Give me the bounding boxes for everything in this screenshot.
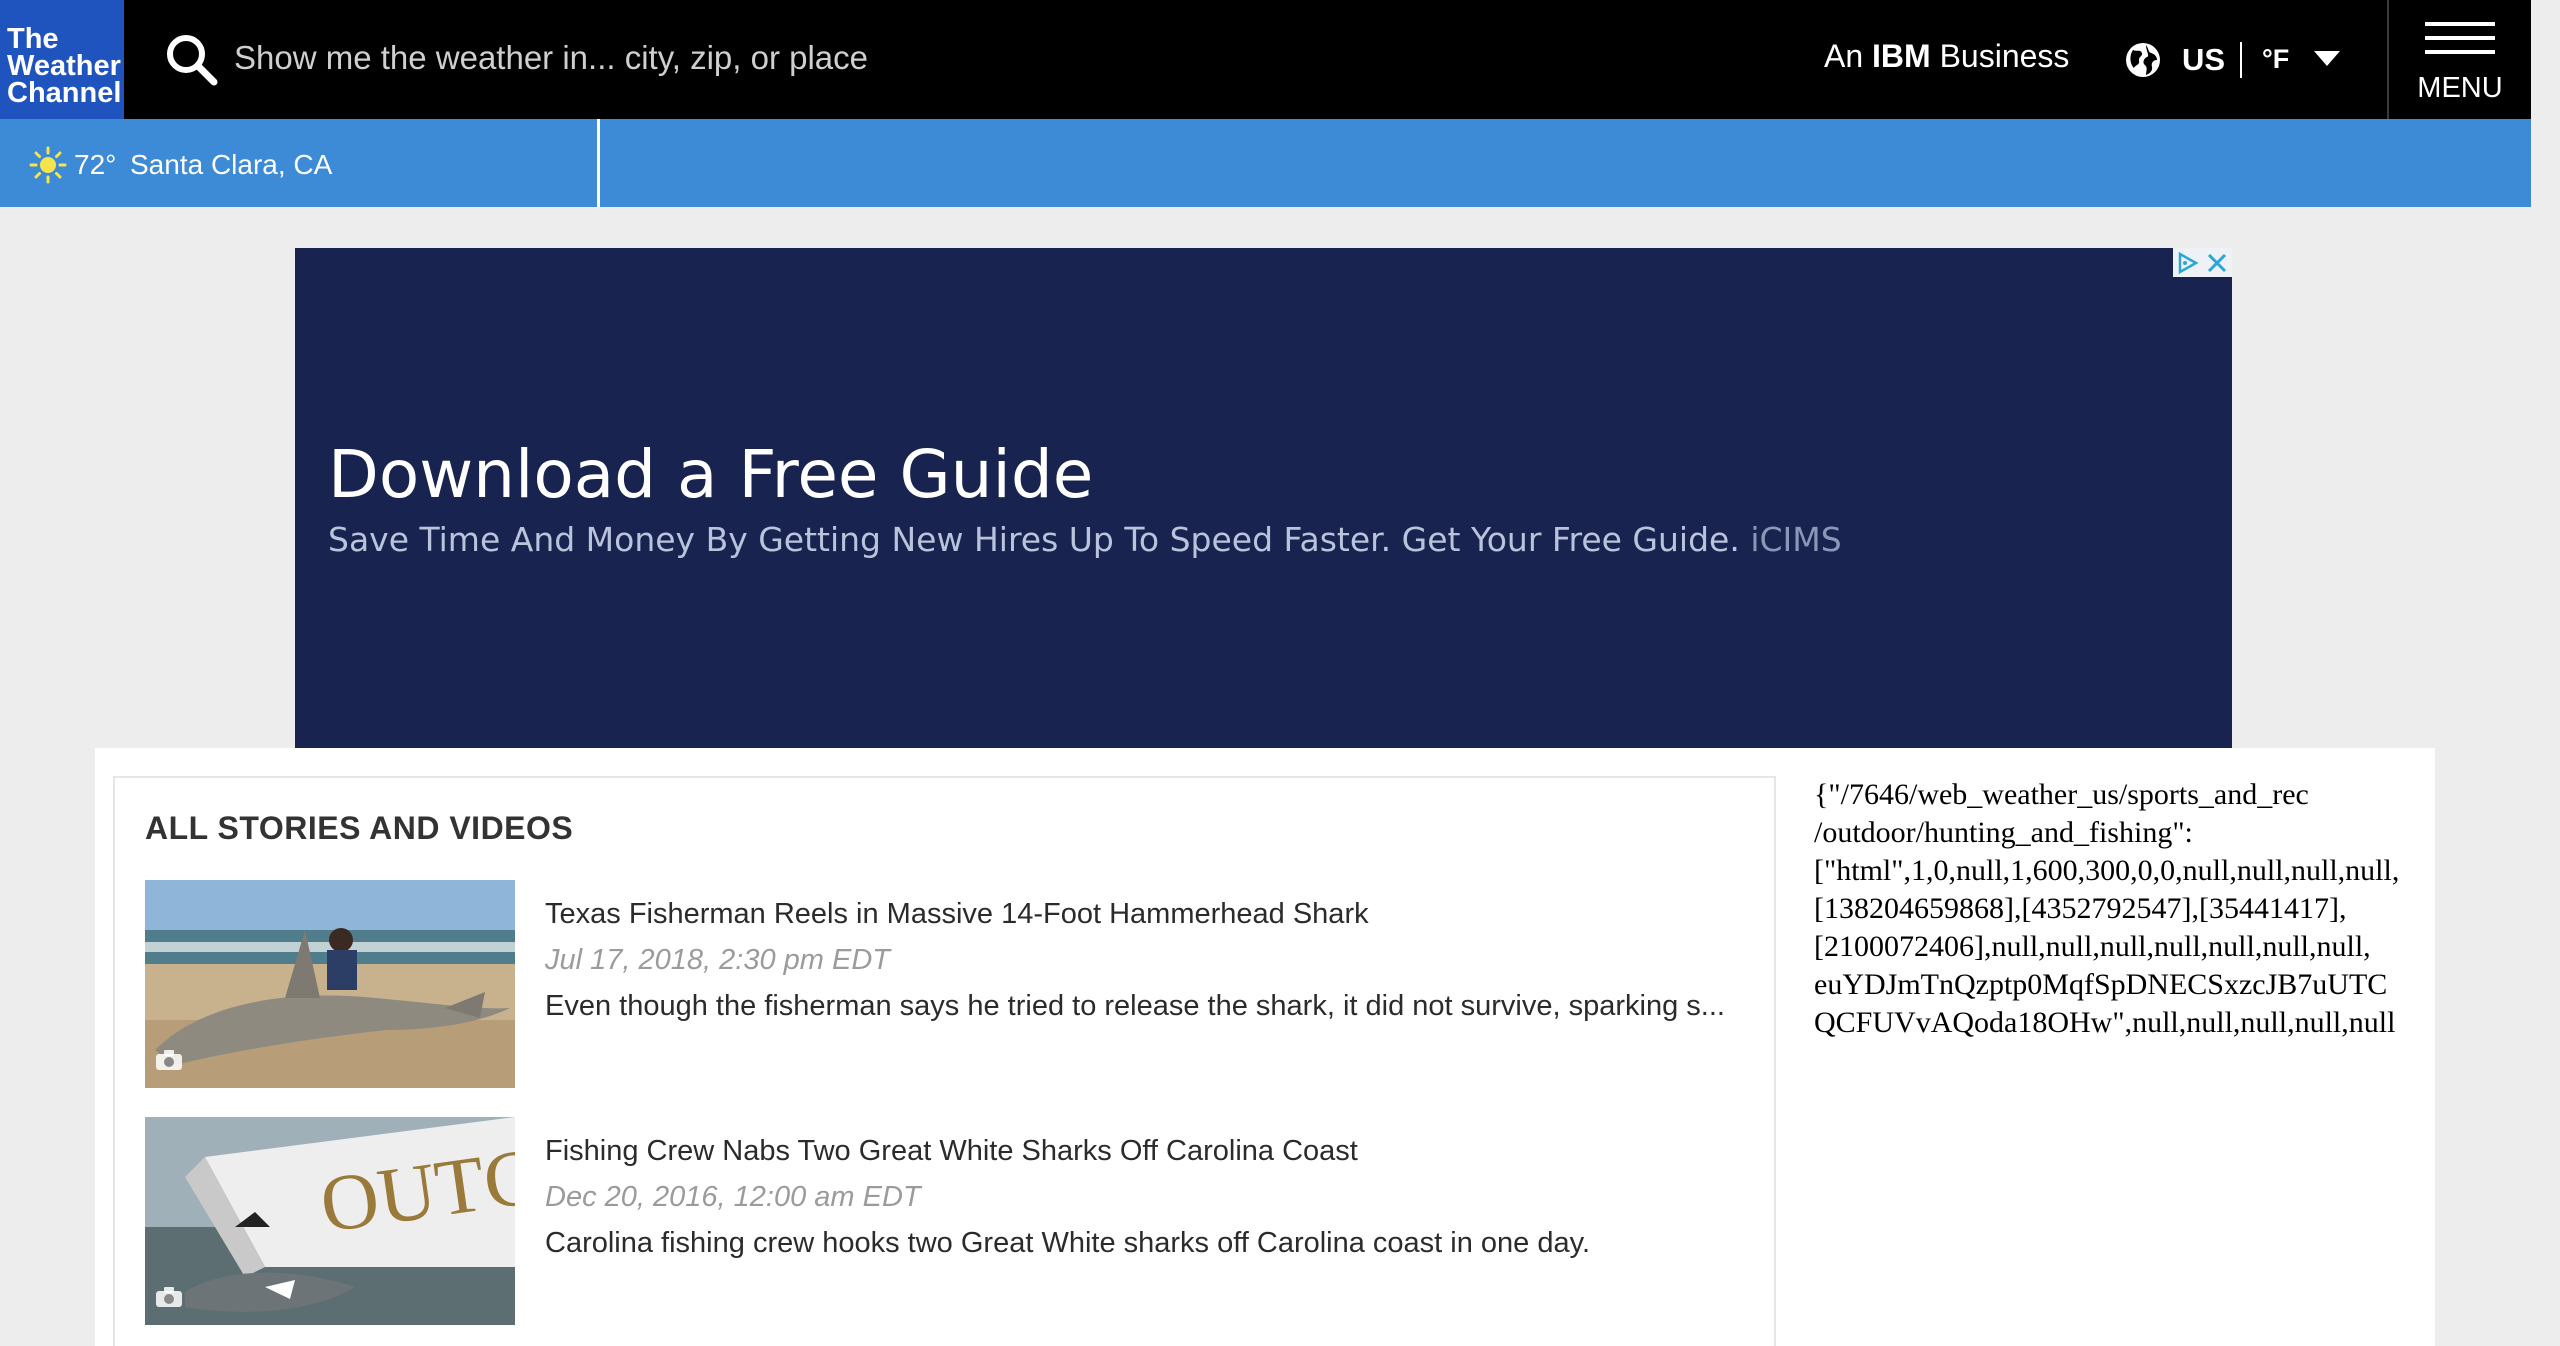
raw-text-line: QCFUVvAQoda18OHw",null,null,null,null,nu… [1814,1006,2396,1039]
raw-text-line: [2100072406],null,null,null,null,null,nu… [1814,930,2371,963]
logo-line-3: Channel [7,77,122,109]
adchoices-icon[interactable] [2176,252,2200,274]
search-input[interactable] [234,30,1134,86]
raw-ad-config-text: {"/7646/web_weather_us/sports_and_rec /o… [1814,776,2416,1046]
camera-icon [156,1287,182,1307]
sun-icon [29,146,67,184]
ad-subtitle-text: Save Time And Money By Getting New Hires… [328,520,1740,559]
raw-text-line: {"/7646/web_weather_us/sports_and_rec [1814,778,2309,811]
chevron-down-icon[interactable] [2314,51,2340,66]
ad-brand: iCIMS [1750,520,1842,559]
locale-divider [2240,42,2242,78]
ad-subtitle: Save Time And Money By Getting New Hires… [328,520,1842,559]
ad-choices[interactable] [2173,248,2232,277]
ibm-bold: IBM [1872,38,1931,74]
top-header: The Weather Channel An IBM Business US °… [0,0,2531,119]
story-title[interactable]: Fishing Crew Nabs Two Great White Sharks… [545,1135,1358,1168]
section-title: ALL STORIES AND VIDEOS [145,810,574,846]
weather-channel-logo[interactable]: The Weather Channel [0,0,124,119]
menu-button[interactable]: MENU [2387,0,2531,119]
story-thumbnail[interactable] [145,880,515,1088]
camera-icon [156,1050,182,1070]
raw-text-line: [138204659868],[4352792547],[35441417], [1814,892,2347,925]
story-date: Dec 20, 2016, 12:00 am EDT [545,1181,921,1213]
raw-text-line: euYDJmTnQzptp0MqfSpDNECSxzcJB7uUTC [1814,968,2388,1001]
story-date: Jul 17, 2018, 2:30 pm EDT [545,944,890,976]
locale-selector[interactable]: US [2182,42,2225,78]
story-description: Carolina fishing crew hooks two Great Wh… [545,1227,1591,1259]
ibm-business-label: An IBM Business [1824,38,2069,75]
logo-line-2: Weather [7,50,121,82]
close-icon[interactable] [2205,251,2229,275]
raw-text-line: /outdoor/hunting_and_fishing": [1814,816,2193,849]
hamburger-icon [2425,22,2495,64]
location-bar [0,119,2531,207]
unit-selector[interactable]: °F [2262,44,2289,75]
menu-label: MENU [2417,72,2503,104]
search-icon[interactable] [162,30,222,90]
ibm-prefix: An [1824,38,1864,74]
current-location[interactable]: Santa Clara, CA [130,149,332,181]
ad-title: Download a Free Guide [328,436,1094,513]
story-description: Even though the fisherman says he tried … [545,990,1725,1022]
story-title[interactable]: Texas Fisherman Reels in Massive 14-Foot… [545,898,1369,931]
current-temperature[interactable]: 72° [74,149,116,181]
story-thumbnail[interactable]: OUTC [145,1117,515,1325]
globe-icon[interactable] [2124,41,2162,79]
ibm-suffix: Business [1939,38,2070,74]
location-bar-divider [597,119,600,207]
raw-text-line: ["html",1,0,null,1,600,300,0,0,null,null… [1814,854,2400,887]
ad-banner[interactable]: Download a Free Guide Save Time And Mone… [295,248,2232,748]
logo-line-1: The [7,23,59,55]
